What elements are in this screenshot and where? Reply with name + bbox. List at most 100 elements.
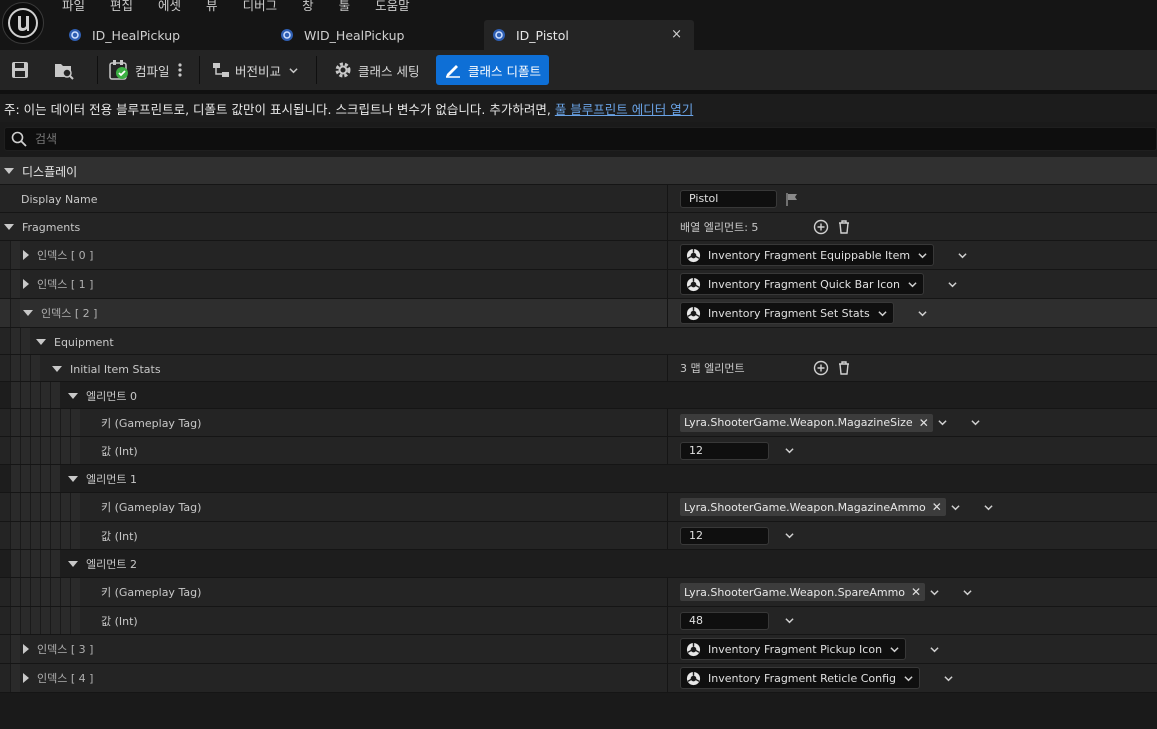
remove-tag-icon[interactable]: ✕ — [919, 416, 929, 430]
chevron-down-icon[interactable] — [785, 446, 794, 455]
menu-debug[interactable]: 디버그 — [243, 0, 278, 14]
map-element-0: 엘리먼트 0 — [0, 382, 1157, 409]
trash-icon[interactable] — [836, 219, 852, 235]
chevron-down-icon[interactable] — [930, 588, 939, 597]
display-name-field[interactable]: Pistol — [680, 189, 777, 208]
gameplay-tag-chip[interactable]: Lyra.ShooterGame.Weapon.SpareAmmo ✕ — [680, 583, 926, 601]
add-element-icon[interactable] — [813, 360, 829, 376]
indent-guide — [40, 437, 50, 464]
expand-arrow-icon[interactable] — [68, 476, 78, 482]
class-icon — [686, 642, 701, 656]
indent-guide — [40, 493, 50, 521]
property-initial-item-stats: Initial Item Stats 3 맵 엘리먼트 — [0, 355, 1157, 382]
compile-ok-icon — [109, 60, 128, 80]
expand-arrow-icon[interactable] — [23, 310, 33, 316]
add-element-icon[interactable] — [813, 219, 829, 235]
expand-arrow-icon[interactable] — [68, 393, 78, 399]
category-display[interactable]: 디스플레이 — [0, 157, 1157, 185]
chevron-down-icon[interactable] — [944, 674, 953, 683]
expand-arrow-icon[interactable] — [52, 366, 62, 372]
indent-guide — [20, 578, 30, 606]
chevron-down-icon — [890, 646, 899, 652]
chevron-down-icon[interactable] — [958, 251, 967, 260]
chevron-down-icon[interactable] — [785, 531, 794, 540]
map-count: 3 맵 엘리먼트 — [680, 362, 745, 375]
chevron-down-icon[interactable] — [971, 418, 980, 427]
indent-guide — [40, 465, 50, 492]
tab-wid-healpickup[interactable]: WID_HealPickup — [280, 20, 404, 50]
class-settings-button[interactable]: 클래스 세팅 — [333, 55, 419, 85]
diff-button[interactable]: 버전비교 — [211, 55, 298, 85]
key-label: 키 (Gameplay Tag) — [101, 501, 202, 514]
chevron-down-icon[interactable] — [918, 309, 927, 318]
unreal-logo-icon[interactable] — [2, 2, 44, 44]
save-button[interactable] — [10, 55, 30, 85]
expand-arrow-icon[interactable] — [4, 224, 14, 230]
chevron-down-icon[interactable] — [785, 616, 794, 625]
remove-tag-icon[interactable]: ✕ — [911, 585, 921, 599]
value-label: 값 (Int) — [101, 615, 138, 628]
localization-flag-icon[interactable] — [785, 192, 799, 206]
menu-file[interactable]: 파일 — [62, 0, 85, 14]
chevron-down-icon[interactable] — [948, 280, 957, 289]
trash-icon[interactable] — [836, 360, 852, 376]
int-value-field[interactable]: 12 — [680, 526, 769, 545]
indent-guide — [20, 607, 30, 634]
menu-tools[interactable]: 툴 — [339, 0, 351, 14]
expand-arrow-icon[interactable] — [23, 673, 29, 683]
class-icon — [686, 306, 701, 320]
expand-arrow-icon[interactable] — [23, 644, 29, 654]
fragment-class-combo[interactable]: Inventory Fragment Equippable Item — [680, 244, 935, 266]
element-1-value: 값 (Int) 12 — [0, 522, 1157, 550]
map-element-2: 엘리먼트 2 — [0, 550, 1157, 578]
fragment-class-combo[interactable]: Inventory Fragment Set Stats — [680, 302, 894, 324]
fragment-class-combo[interactable]: Inventory Fragment Reticle Config — [680, 667, 921, 689]
browse-button[interactable] — [53, 55, 75, 85]
int-value-field[interactable]: 12 — [680, 441, 769, 460]
compile-button[interactable]: 컴파일 — [108, 55, 170, 85]
search-box[interactable] — [4, 127, 1157, 151]
tab-id-pistol[interactable]: ID_Pistol × — [484, 20, 694, 50]
indent-guide — [60, 522, 70, 549]
compile-options-button[interactable] — [177, 55, 183, 85]
toolbar-divider — [199, 56, 200, 84]
menu-help[interactable]: 도움말 — [375, 0, 410, 14]
chevron-down-icon[interactable] — [930, 645, 939, 654]
menu-window[interactable]: 창 — [302, 0, 314, 14]
indent-guide — [10, 664, 20, 692]
menu-view[interactable]: 뷰 — [206, 0, 218, 14]
search-input[interactable] — [35, 132, 435, 146]
notice-text: 주: 이는 데이터 전용 블루프린트로, 디폴트 값만이 표시됩니다. 스크립트… — [4, 101, 551, 117]
tag-value: Lyra.ShooterGame.Weapon.MagazineSize — [684, 416, 913, 429]
indent-guide — [50, 409, 60, 436]
fragment-class-combo[interactable]: Inventory Fragment Pickup Icon — [680, 638, 907, 660]
remove-tag-icon[interactable]: ✕ — [932, 500, 942, 514]
menu-asset[interactable]: 에셋 — [158, 0, 181, 14]
indent-guide — [40, 578, 50, 606]
int-value-field[interactable]: 48 — [680, 611, 769, 630]
chevron-down-icon[interactable] — [938, 418, 947, 427]
chevron-down-icon[interactable] — [963, 588, 972, 597]
expand-arrow-icon[interactable] — [23, 279, 29, 289]
indent-guide — [10, 465, 20, 492]
fragment-class-combo[interactable]: Inventory Fragment Quick Bar Icon — [680, 273, 924, 295]
chevron-down-icon[interactable] — [951, 503, 960, 512]
open-full-editor-link[interactable]: 풀 블루프린트 에디터 열기 — [555, 99, 693, 118]
gear-icon — [335, 62, 351, 78]
expand-arrow-icon[interactable] — [36, 339, 46, 345]
gameplay-tag-chip[interactable]: Lyra.ShooterGame.Weapon.MagazineSize ✕ — [680, 413, 933, 432]
menu-edit[interactable]: 편집 — [110, 0, 133, 14]
chevron-down-icon[interactable] — [984, 503, 993, 512]
indent-guide — [30, 465, 40, 492]
class-defaults-button[interactable]: 클래스 디폴트 — [436, 55, 549, 85]
tab-id-healpickup[interactable]: ID_HealPickup — [68, 20, 180, 50]
toolbar-divider — [316, 56, 317, 84]
close-icon[interactable]: × — [671, 27, 682, 42]
blueprint-asset-icon — [281, 29, 293, 41]
toolbar: 컴파일 버전비교 클래스 세팅 클래스 디폴트 — [0, 50, 1157, 90]
edit-pencil-icon — [446, 65, 460, 78]
expand-arrow-icon[interactable] — [23, 250, 29, 260]
expand-arrow-icon[interactable] — [68, 561, 78, 567]
chevron-down-icon — [878, 310, 887, 316]
gameplay-tag-chip[interactable]: Lyra.ShooterGame.Weapon.MagazineAmmo ✕ — [680, 498, 946, 516]
